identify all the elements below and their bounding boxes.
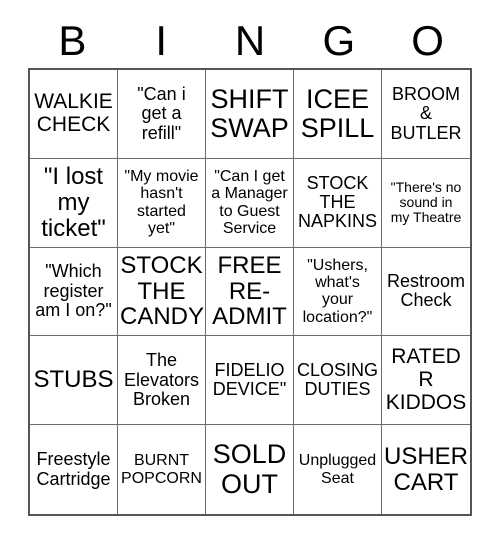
bingo-cell[interactable]: USHER CART [382,425,470,514]
bingo-cell[interactable]: STOCK THE CANDY [118,247,206,337]
bingo-cell-text: FIDELIO DEVICE" [212,359,287,400]
bingo-cell[interactable]: "There's no sound in my Theatre [382,158,470,248]
bingo-cell-text: Freestyle Cartridge [36,449,111,489]
bingo-cell[interactable]: RATED R KIDDOS [382,336,470,426]
bingo-card: B I N G O WALKIE CHECK "Can i get a refi… [0,0,500,544]
bingo-cell[interactable]: FREE RE- ADMIT [206,247,294,337]
bingo-header-row: B I N G O [28,16,472,66]
bingo-cell[interactable]: "Can i get a refill" [118,70,206,159]
bingo-cell-text: "There's no sound in my Theatre [390,179,462,226]
bingo-cell[interactable]: "I lost my ticket" [30,158,118,248]
bingo-cell-text: SOLD OUT [212,439,287,499]
bingo-cell-text: "My movie hasn't started yet" [124,168,199,237]
bingo-cell-text: SHIFT SWAP [210,83,289,143]
bingo-cell[interactable]: BURNT POPCORN [118,425,206,514]
bingo-cell-text: FREE RE- ADMIT [212,251,287,331]
bingo-cell[interactable]: CLOSING DUTIES [294,336,382,426]
bingo-cell[interactable]: "Can I get a Manager to Guest Service [206,158,294,248]
bingo-cell[interactable]: STUBS [30,336,118,426]
bingo-cell[interactable]: STOCK THE NAPKINS [294,158,382,248]
bingo-cell[interactable]: BROOM & BUTLER [382,70,470,159]
bingo-cell-text: ICEE SPILL [300,83,375,143]
bingo-cell-text: WALKIE CHECK [34,90,113,136]
bingo-cell-text: "Can i get a refill" [137,83,186,143]
header-letter-g: G [322,17,356,64]
bingo-cell-text: STUBS [33,366,114,394]
bingo-cell-text: BURNT POPCORN [121,452,202,487]
bingo-cell-text: RATED R KIDDOS [385,345,467,414]
header-letter-i: I [155,17,168,64]
bingo-cell-text: "Can I get a Manager to Guest Service [211,168,288,237]
bingo-cell-text: USHER CART [384,442,469,496]
header-letter-n: N [234,17,266,64]
bingo-cell[interactable]: The Elevators Broken [118,336,206,426]
bingo-cell-text: "Which register am I on?" [35,261,112,321]
bingo-cell[interactable]: Restroom Check [382,247,470,337]
bingo-cell[interactable]: FIDELIO DEVICE" [206,336,294,426]
bingo-cell-text: STOCK THE CANDY [120,251,205,331]
bingo-cell-text: CLOSING DUTIES [296,359,379,400]
bingo-cell[interactable]: WALKIE CHECK [30,70,118,159]
bingo-cell[interactable]: "My movie hasn't started yet" [118,158,206,248]
bingo-cell-text: Unplugged Seat [298,452,377,487]
bingo-cell-text: The Elevators Broken [123,350,200,409]
header-letter-b: B [58,17,87,64]
bingo-cell-text: BROOM & BUTLER [390,83,462,143]
bingo-cell[interactable]: ICEE SPILL [294,70,382,159]
bingo-cell[interactable]: "Ushers, what's your location?" [294,247,382,337]
bingo-cell[interactable]: Unplugged Seat [294,425,382,514]
bingo-cell-text: Restroom Check [386,271,466,311]
bingo-cell[interactable]: SOLD OUT [206,425,294,514]
bingo-cell[interactable]: "Which register am I on?" [30,247,118,337]
bingo-cell[interactable]: Freestyle Cartridge [30,425,118,514]
bingo-grid: WALKIE CHECK "Can i get a refill" SHIFT … [28,68,472,516]
bingo-cell-text: STOCK THE NAPKINS [297,172,378,232]
bingo-cell[interactable]: SHIFT SWAP [206,70,294,159]
bingo-cell-text: "I lost my ticket" [41,162,106,242]
bingo-cell-text: "Ushers, what's your location?" [302,256,373,326]
header-letter-o: O [411,17,444,64]
